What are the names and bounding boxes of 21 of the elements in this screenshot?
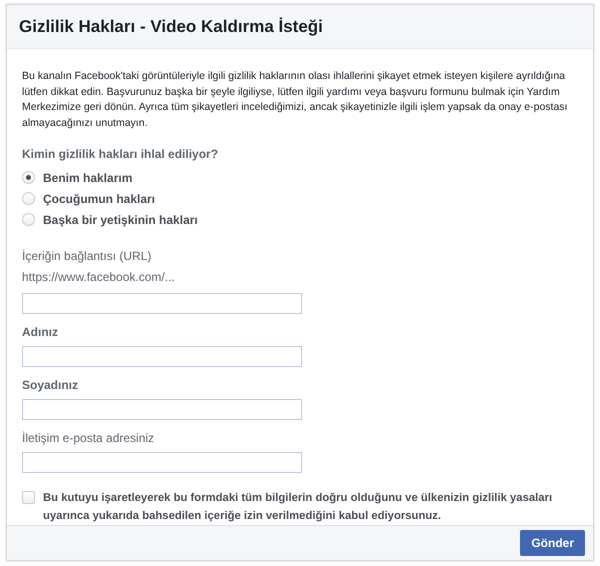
field-label: İçeriğin bağlantısı (URL) (22, 248, 152, 264)
dialog-title: Gizlilik Hakları - Video Kaldırma İsteği (19, 16, 324, 38)
hint-text: https://www.facebook.com/... (22, 270, 176, 285)
checkbox-label[interactable]: Bu kutuyu işaretleyerek bu formdaki tüm bilgilerin doğru olduğunu ve ülkenizin gizlilik yasaları uyarınca yukarıda bahsedilen içeriğe izin verilmediğini kabul ediyorsunuz. (43, 489, 578, 525)
field-label: İletişim e-posta adresiniz (22, 430, 156, 446)
radio-button[interactable] (22, 171, 35, 184)
field-label: Adınız (22, 324, 59, 340)
radio-label[interactable]: Benim haklarım (43, 168, 132, 186)
input-field[interactable] (22, 452, 302, 473)
radio-button[interactable] (22, 213, 35, 226)
radio-label[interactable]: Çocuğumun hakları (43, 190, 156, 208)
intro-paragraph: Bu kanalın Facebook'taki görüntüleriyle ilgili gizlilik haklarının olası ihlallerini şikayet etmek isteyen kişilere ayrıldığına lütfen dikkat edin. Başvurunuz başka bir şeyle ilgiliyse, lütfen ilgili yardımı veya başvuru formunu bulmak için Yardım Merkezimize geri dönün. Ayrıca tüm şikayetleri incelediğimizi, ancak şikayetinizle ilgili işlem yapsak da onay e-postası almayacağınızı unutmayın. (22, 69, 568, 130)
question-label: Kimin gizlilik hakları ihlal ediliyor? (22, 146, 220, 163)
input-field[interactable] (22, 346, 302, 367)
checkbox[interactable] (22, 491, 35, 504)
input-field[interactable] (22, 293, 302, 314)
radio-button[interactable] (22, 192, 35, 205)
submit-button[interactable]: Gönder (520, 530, 585, 556)
input-field[interactable] (22, 399, 302, 420)
field-label: Soyadınız (22, 377, 80, 393)
radio-label[interactable]: Başka bir yetişkinin hakları (43, 210, 198, 228)
